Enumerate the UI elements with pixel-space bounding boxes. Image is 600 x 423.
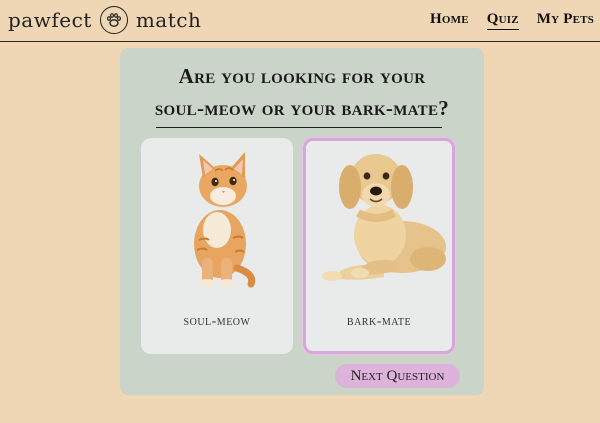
quiz-question: Are you looking for your soul-meow or yo… <box>154 64 450 120</box>
logo-text-left: pawfect <box>8 8 92 32</box>
next-question-button[interactable]: Next Question <box>335 364 460 388</box>
paw-icon <box>99 6 128 34</box>
nav-home-link[interactable]: Home <box>430 11 469 30</box>
option-bark-mate[interactable]: bark-mate <box>303 138 455 354</box>
main-nav: Home Quiz My Pets <box>430 11 594 30</box>
top-navbar: pawfect match Home Quiz My Pets <box>0 0 600 42</box>
site-logo[interactable]: pawfect match <box>8 5 201 35</box>
logo-text-right: match <box>135 8 202 32</box>
option-label-soul-meow: soul-meow <box>183 314 251 329</box>
quiz-card: Are you looking for your soul-meow or yo… <box>120 48 484 395</box>
option-soul-meow[interactable]: soul-meow <box>141 138 293 354</box>
question-underline <box>156 127 442 129</box>
nav-my-pets-link[interactable]: My Pets <box>537 11 594 30</box>
option-label-bark-mate: bark-mate <box>346 314 412 329</box>
golden-retriever-image <box>322 154 446 281</box>
nav-quiz-link[interactable]: Quiz <box>486 11 519 30</box>
kitten-image <box>194 152 256 288</box>
